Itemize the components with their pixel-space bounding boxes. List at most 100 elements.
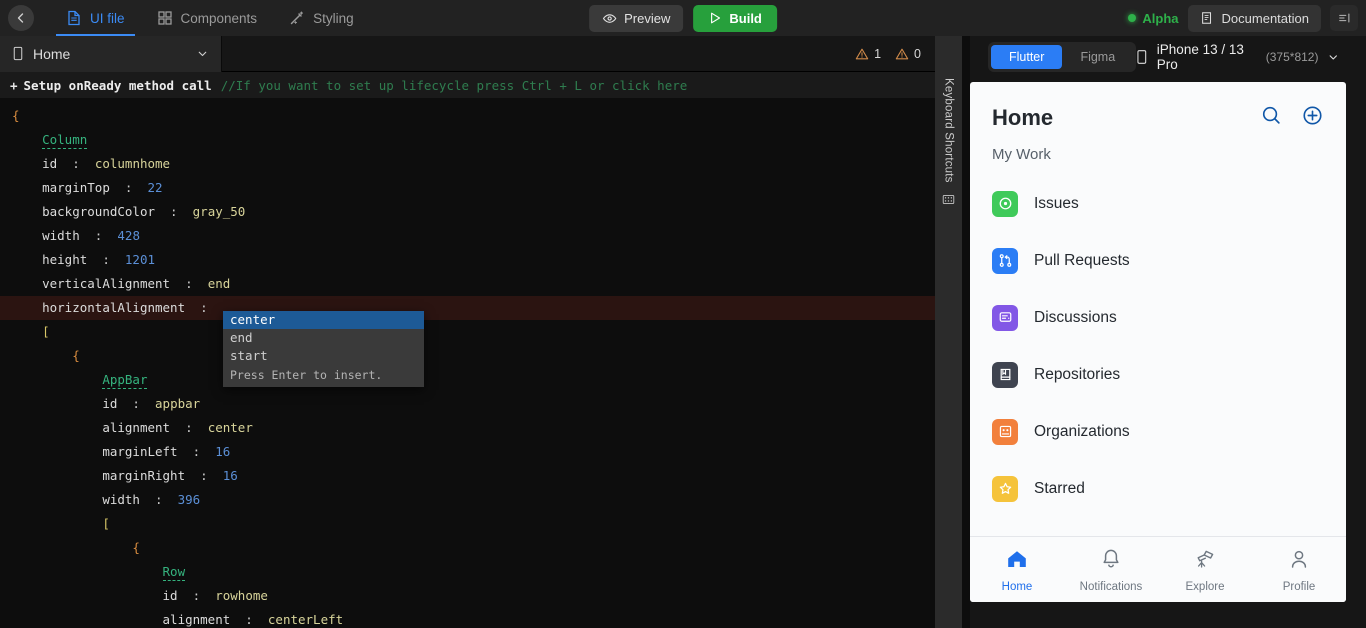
- code-line[interactable]: height : 1201: [0, 248, 935, 272]
- code-line[interactable]: width : 428: [0, 224, 935, 248]
- mobile-icon: [13, 46, 23, 61]
- code-token-bracket: [: [42, 324, 50, 339]
- segment-figma[interactable]: Figma: [1062, 45, 1133, 69]
- code-line[interactable]: backgroundColor : gray_50: [0, 200, 935, 224]
- code-line[interactable]: verticalAlignment : end: [0, 272, 935, 296]
- nav-item-explore[interactable]: Explore: [1158, 547, 1252, 593]
- list-item-label: Organizations: [1034, 422, 1130, 440]
- code-token-bracket: [: [102, 516, 110, 531]
- magic-wand-icon: [289, 10, 305, 26]
- nav-item-home[interactable]: Home: [970, 547, 1064, 593]
- list-item[interactable]: Starred: [992, 460, 1324, 517]
- panel-toggle-button[interactable]: [1330, 5, 1358, 31]
- keyboard-shortcuts-label: Keyboard Shortcuts: [942, 78, 955, 183]
- device-selector[interactable]: iPhone 13 / 13 Pro (375*812): [1136, 42, 1348, 72]
- plus-circle-icon[interactable]: [1301, 104, 1324, 132]
- code-token-key: marginRight: [102, 468, 186, 483]
- autocomplete-popup[interactable]: center end start Press Enter to insert.: [223, 311, 424, 387]
- autocomplete-list: center end start: [223, 311, 424, 365]
- build-button-label: Build: [729, 10, 762, 26]
- code-line[interactable]: [: [0, 512, 935, 536]
- code-token-str: center: [207, 420, 253, 435]
- nav-item-label: Explore: [1185, 580, 1225, 593]
- autocomplete-option[interactable]: start: [223, 347, 424, 365]
- code-line[interactable]: {: [0, 104, 935, 128]
- nav-item-label: Profile: [1282, 580, 1316, 593]
- code-token-str: appbar: [155, 396, 201, 411]
- code-token-colon: :: [230, 612, 268, 627]
- search-icon[interactable]: [1260, 104, 1283, 132]
- code-line[interactable]: width : 396: [0, 488, 935, 512]
- code-editor[interactable]: { Column id : columnhome marginTop : 22 …: [0, 98, 935, 628]
- onready-label[interactable]: Setup onReady method call: [24, 78, 212, 93]
- code-line[interactable]: Row: [0, 560, 935, 584]
- onready-bar[interactable]: + Setup onReady method call //If you wan…: [0, 72, 935, 98]
- app-root: UI file Components Styling Preview Build…: [0, 0, 1366, 628]
- code-token-str: centerLeft: [267, 612, 344, 627]
- code-line[interactable]: Column: [0, 128, 935, 152]
- code-line[interactable]: marginRight : 16: [0, 464, 935, 488]
- segment-flutter[interactable]: Flutter: [991, 45, 1063, 69]
- error-count[interactable]: 0: [895, 47, 921, 61]
- code-line[interactable]: {: [0, 536, 935, 560]
- code-line[interactable]: horizontalAlignment :: [0, 296, 935, 320]
- file-bar: Home 1 0: [0, 35, 935, 72]
- keyboard-shortcuts-strip[interactable]: Keyboard Shortcuts: [935, 36, 962, 628]
- code-token-str: rowhome: [215, 588, 268, 603]
- keyboard-icon: [942, 193, 955, 211]
- list-item[interactable]: Issues: [992, 175, 1324, 232]
- code-token-key: backgroundColor: [42, 204, 155, 219]
- code-token-num: 16: [215, 444, 231, 459]
- autocomplete-option[interactable]: end: [223, 329, 424, 347]
- code-token-colon: :: [177, 444, 216, 459]
- code-token-str: columnhome: [94, 156, 171, 171]
- list-item[interactable]: Organizations: [992, 403, 1324, 460]
- center-actions: Preview Build: [589, 4, 777, 32]
- list-item-label: Repositories: [1034, 365, 1121, 383]
- code-token-brace: {: [72, 348, 80, 363]
- nav-item-profile[interactable]: Profile: [1252, 547, 1346, 593]
- build-button[interactable]: Build: [693, 4, 777, 32]
- code-line[interactable]: alignment : center: [0, 416, 935, 440]
- code-line[interactable]: alignment : centerLeft: [0, 608, 935, 628]
- code-line[interactable]: {: [0, 344, 935, 368]
- diagnostics: 1 0: [855, 47, 935, 61]
- code-token-key: width: [42, 228, 80, 243]
- documentation-button[interactable]: Documentation: [1187, 4, 1321, 32]
- preview-button[interactable]: Preview: [589, 4, 684, 32]
- play-icon: [711, 12, 721, 24]
- back-button[interactable]: [8, 5, 34, 31]
- code-line[interactable]: AppBar: [0, 368, 935, 392]
- code-token-colon: :: [87, 252, 125, 267]
- document-icon: [66, 10, 82, 26]
- file-name: Home: [33, 45, 71, 62]
- code-token-str: gray_50: [192, 204, 246, 219]
- list-item[interactable]: Pull Requests: [992, 232, 1324, 289]
- code-line[interactable]: [: [0, 320, 935, 344]
- list-item-label: Issues: [1034, 194, 1079, 212]
- code-line[interactable]: marginTop : 22: [0, 176, 935, 200]
- list-item[interactable]: Repositories: [992, 346, 1324, 403]
- device-name: iPhone 13 / 13 Pro: [1156, 42, 1244, 72]
- tab-components[interactable]: Components: [141, 0, 274, 36]
- tab-ui-file[interactable]: UI file: [50, 0, 141, 36]
- code-line[interactable]: id : appbar: [0, 392, 935, 416]
- code-token-colon: :: [170, 420, 208, 435]
- file-selector[interactable]: Home: [0, 35, 222, 72]
- body-split: Home 1 0 + Setup onReady method call //I…: [0, 35, 1366, 628]
- git-pull-request-icon: [992, 247, 1018, 274]
- code-token-key: alignment: [102, 420, 171, 435]
- onready-comment[interactable]: //If you want to set up lifecycle press …: [221, 78, 688, 93]
- list-item-label: Starred: [1034, 479, 1085, 497]
- nav-item-notifications[interactable]: Notifications: [1064, 547, 1158, 593]
- tab-styling[interactable]: Styling: [273, 0, 370, 36]
- code-line[interactable]: id : columnhome: [0, 152, 935, 176]
- autocomplete-option[interactable]: center: [223, 311, 424, 329]
- code-line[interactable]: id : rowhome: [0, 584, 935, 608]
- code-line[interactable]: marginLeft : 16: [0, 440, 935, 464]
- list-item[interactable]: Discussions: [992, 289, 1324, 346]
- warning-count[interactable]: 1: [855, 47, 881, 61]
- grid-icon: [157, 10, 173, 26]
- code-lines: { Column id : columnhome marginTop : 22 …: [0, 104, 935, 628]
- nav-item-label: Home: [1001, 580, 1033, 593]
